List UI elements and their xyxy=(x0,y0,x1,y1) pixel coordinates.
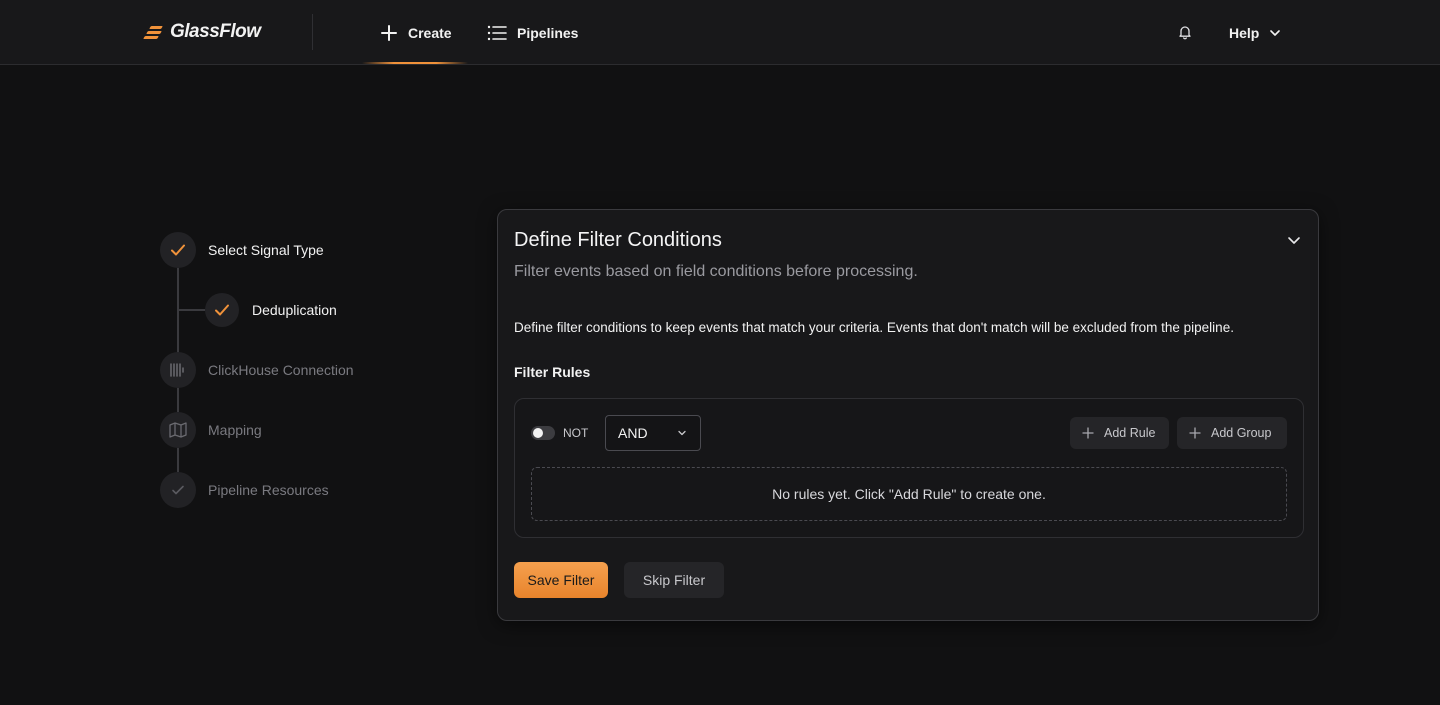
not-toggle[interactable] xyxy=(531,426,555,440)
database-bars-icon xyxy=(170,363,184,377)
add-group-button[interactable]: Add Group xyxy=(1177,417,1287,449)
help-label: Help xyxy=(1229,24,1260,41)
plus-icon xyxy=(1082,427,1094,439)
chevron-down-icon xyxy=(678,430,686,436)
map-icon xyxy=(169,422,187,438)
help-menu[interactable]: Help xyxy=(1229,0,1281,65)
pipeline-stepper: Select Signal Type Deduplication ClickHo… xyxy=(160,232,440,512)
step-3-label: ClickHouse Connection xyxy=(208,362,354,378)
toggle-knob xyxy=(533,428,543,438)
plus-icon xyxy=(381,24,397,41)
card-title: Define Filter Conditions xyxy=(514,229,722,251)
logo-text: GlassFlow xyxy=(170,21,261,42)
filter-rules-group: NOT AND Add Rule Add Group No rules yet.… xyxy=(514,398,1304,538)
not-label: NOT xyxy=(563,426,589,440)
step-1-indicator xyxy=(160,232,196,268)
add-group-label: Add Group xyxy=(1211,426,1272,440)
skip-filter-button[interactable]: Skip Filter xyxy=(624,562,724,598)
plus-icon xyxy=(1189,427,1201,439)
step-1-label[interactable]: Select Signal Type xyxy=(208,242,324,258)
step-5-indicator xyxy=(160,472,196,508)
save-filter-button[interactable]: Save Filter xyxy=(514,562,608,598)
chevron-down-icon xyxy=(1270,29,1281,36)
combinator-value: AND xyxy=(618,425,648,441)
stepper-connector xyxy=(177,388,179,412)
stepper-connector xyxy=(177,448,179,472)
header-divider xyxy=(312,14,313,50)
step-3-indicator xyxy=(160,352,196,388)
nav-create[interactable]: Create xyxy=(380,0,452,65)
logo-mark-icon xyxy=(143,24,166,40)
combinator-select[interactable]: AND xyxy=(605,415,701,451)
nav-create-label: Create xyxy=(408,24,452,41)
add-rule-label: Add Rule xyxy=(1104,426,1156,440)
bell-icon[interactable] xyxy=(1177,24,1193,40)
chevron-down-icon[interactable] xyxy=(1286,232,1302,248)
top-header: GlassFlow Create Pipelines Help xyxy=(0,0,1440,65)
step-4-indicator xyxy=(160,412,196,448)
step-5-label: Pipeline Resources xyxy=(208,482,329,498)
stepper-connector xyxy=(177,268,179,348)
filter-rules-label: Filter Rules xyxy=(514,364,591,380)
step-2-indicator xyxy=(205,293,239,327)
card-description: Define filter conditions to keep events … xyxy=(514,320,1234,335)
add-rule-button[interactable]: Add Rule xyxy=(1070,417,1169,449)
empty-rules-message: No rules yet. Click "Add Rule" to create… xyxy=(772,486,1046,502)
step-2-label[interactable]: Deduplication xyxy=(252,302,337,318)
empty-rules-placeholder: No rules yet. Click "Add Rule" to create… xyxy=(531,467,1287,521)
step-4-label: Mapping xyxy=(208,422,262,438)
nav-pipelines[interactable]: Pipelines xyxy=(487,0,578,65)
glassflow-logo[interactable]: GlassFlow xyxy=(143,20,261,44)
check-icon xyxy=(172,485,184,495)
card-subtitle: Filter events based on field conditions … xyxy=(514,263,918,280)
check-icon xyxy=(215,304,229,316)
stepper-connector xyxy=(177,309,205,311)
nav-pipelines-label: Pipelines xyxy=(517,24,579,41)
filter-conditions-card: Define Filter Conditions Filter events b… xyxy=(497,209,1319,621)
list-icon xyxy=(487,25,507,40)
active-nav-indicator xyxy=(362,62,468,64)
check-icon xyxy=(171,244,185,256)
